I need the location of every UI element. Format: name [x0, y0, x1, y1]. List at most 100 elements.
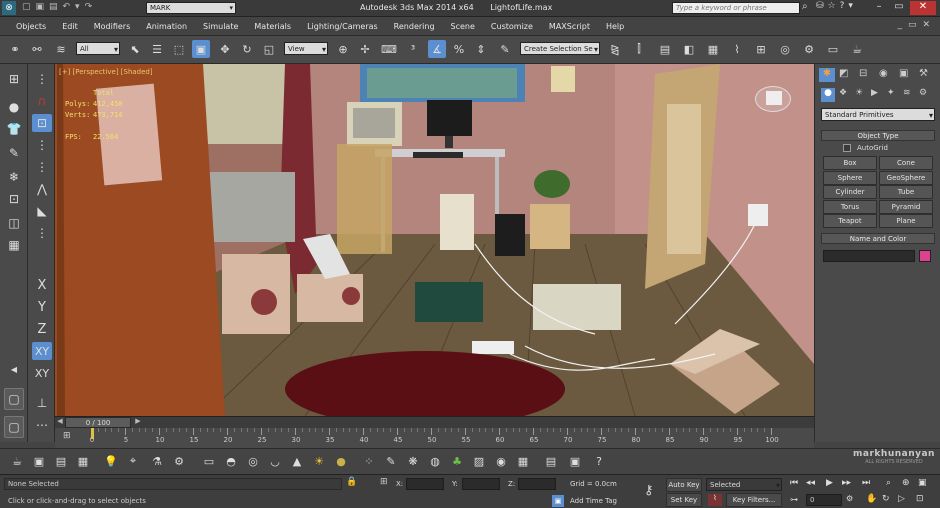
align-icon[interactable]: ⫿	[630, 40, 648, 58]
named-selection-sets-dropdown[interactable]: Create Selection Se	[520, 42, 600, 56]
freeze-icon[interactable]: ❄	[4, 168, 24, 186]
hdri-icon[interactable]: ▨	[470, 452, 488, 470]
container-icon[interactable]: ⊞	[4, 70, 24, 88]
systems-icon[interactable]: ⚙	[919, 88, 927, 98]
plane-button[interactable]: Plane	[879, 214, 933, 228]
app-logo-icon[interactable]: ⊗	[2, 1, 16, 15]
zoom-extents-icon[interactable]: ⌕	[886, 478, 891, 488]
box-shape-icon[interactable]: ▭	[200, 452, 218, 470]
snap-edge-icon[interactable]: ⋮	[32, 158, 52, 176]
current-frame-field[interactable]: 0	[806, 494, 842, 506]
light-icon[interactable]: 💡	[102, 452, 120, 470]
mini-curve-icon[interactable]: ⊞	[63, 431, 71, 441]
pivot-center-icon[interactable]: ⊕	[334, 40, 352, 58]
hemisphere-icon[interactable]: ◓	[222, 452, 240, 470]
lock-icon[interactable]: ⊡	[4, 190, 24, 208]
menu-modifiers[interactable]: Modifiers	[86, 17, 139, 36]
layers-icon[interactable]: ▤	[52, 452, 70, 470]
workspace-dropdown[interactable]: MARK ▾	[146, 2, 236, 14]
snap-pivot-icon[interactable]: ◣	[32, 202, 52, 220]
axis-xy-button[interactable]: XY	[32, 342, 52, 360]
selection-region-icon[interactable]: ⬚	[170, 40, 188, 58]
lights-icon[interactable]: ☀	[855, 88, 863, 98]
zoom-region-icon[interactable]: ▣	[918, 478, 927, 488]
render-region-icon[interactable]: ▦	[74, 452, 92, 470]
menu-help[interactable]: Help	[598, 17, 632, 36]
frame-buffer-icon[interactable]: ▣	[566, 452, 584, 470]
material-sphere-icon[interactable]: ◉	[492, 452, 510, 470]
unlink-icon[interactable]: ⚯	[28, 40, 46, 58]
search-input[interactable]	[672, 2, 800, 14]
spinner-snap-icon[interactable]: ⇕	[472, 40, 490, 58]
pan-icon[interactable]: ✋	[866, 494, 877, 504]
globe-icon[interactable]: ◍	[426, 452, 444, 470]
track-bar[interactable]: ⊞ 0 5 10 15 20 25 30 35 40 45 50 55 60 65 70 75 80 85 90 95…	[55, 428, 814, 448]
add-time-tag[interactable]: Add Time Tag	[570, 497, 617, 505]
magnet-icon[interactable]: ∩	[32, 92, 52, 110]
primitives-dropdown[interactable]: Standard Primitives	[821, 108, 935, 122]
snap-active-icon[interactable]: ⊡	[32, 114, 52, 132]
absolute-mode-icon[interactable]: ⊞	[380, 477, 388, 487]
menu-animation[interactable]: Animation	[138, 17, 195, 36]
autogrid-checkbox[interactable]	[843, 144, 851, 152]
menu-rendering[interactable]: Rendering	[386, 17, 443, 36]
schematic-view-icon[interactable]: ⊞	[752, 40, 770, 58]
rotate-icon[interactable]: ↻	[238, 40, 256, 58]
time-slider[interactable]: ◀ 0 / 100 ▶	[55, 416, 814, 428]
menu-materials[interactable]: Materials	[246, 17, 299, 36]
edit-named-sets-icon[interactable]: ✎	[496, 40, 514, 58]
hierarchy-tab-icon[interactable]: ⊟	[859, 68, 867, 79]
keyboard-shortcut-icon[interactable]: ⌨	[380, 40, 398, 58]
menu-objects[interactable]: Objects	[8, 17, 54, 36]
axis-xy-cycle-button[interactable]: XY	[32, 364, 52, 382]
time-slider-next-icon[interactable]: ▶	[133, 417, 143, 428]
link-icon[interactable]: ⚭	[6, 40, 24, 58]
menu-simulate[interactable]: Simulate	[195, 17, 246, 36]
play-icon[interactable]: ▶	[826, 478, 833, 488]
cone-button[interactable]: Cone	[879, 156, 933, 170]
object-color-swatch[interactable]	[919, 250, 931, 262]
particles-icon[interactable]: ⁘	[360, 452, 378, 470]
hair-icon[interactable]: ♣	[448, 452, 466, 470]
angle-snap-icon[interactable]: ∡	[428, 40, 446, 58]
select-object-icon[interactable]: ⬉	[126, 40, 144, 58]
snap-face-icon[interactable]: ⋀	[32, 180, 52, 198]
scene-states-icon[interactable]: ⚙	[170, 452, 188, 470]
menu-window-controls[interactable]: _▭✕	[897, 20, 936, 30]
mirror-icon[interactable]: ⧎	[606, 40, 624, 58]
sphere-button[interactable]: Sphere	[823, 170, 877, 185]
next-frame-icon[interactable]: ▸▸	[842, 478, 851, 488]
pyramid-button[interactable]: Pyramid	[879, 199, 933, 214]
selection-filter-dropdown[interactable]: All	[76, 42, 120, 56]
render-elements-icon[interactable]: ▤	[542, 452, 560, 470]
physics-icon[interactable]: ⚗	[148, 452, 166, 470]
utilities-tab-icon[interactable]: ⚒	[919, 68, 928, 79]
sun-icon[interactable]: ☀	[310, 452, 328, 470]
render-production-icon[interactable]: ☕	[848, 40, 866, 58]
help-icons[interactable]: ⛁☆?▾	[816, 1, 857, 11]
key-icon[interactable]: ⚷	[644, 483, 654, 498]
transform-gizmo-icon[interactable]: ⋯	[32, 416, 52, 434]
snap-normal-icon[interactable]: ⋮	[32, 224, 52, 242]
select-by-name-icon[interactable]: ☰	[148, 40, 166, 58]
viewport-layout-2-icon[interactable]: ▢	[4, 416, 24, 438]
graphite-ribbon-icon[interactable]: ▦	[704, 40, 722, 58]
goto-end-icon[interactable]: ⏭	[862, 478, 870, 488]
display-tab-icon[interactable]: ▣	[899, 68, 908, 79]
goto-start-icon[interactable]: ⏮	[790, 478, 798, 488]
menu-edit[interactable]: Edit	[54, 17, 86, 36]
snap-vertex-icon[interactable]: ⋮	[32, 136, 52, 154]
time-tag-icon[interactable]: ▣	[552, 495, 564, 507]
render-setup-icon[interactable]: ⚙	[800, 40, 818, 58]
current-frame-marker[interactable]	[91, 428, 94, 439]
percent-snap-icon[interactable]: %	[450, 40, 468, 58]
isolate-icon[interactable]: ◫	[4, 214, 24, 232]
spacewarps-icon[interactable]: ≋	[903, 88, 911, 98]
fov-icon[interactable]: ▷	[898, 494, 905, 504]
lock-selection-icon[interactable]: 🔒	[346, 477, 357, 487]
time-slider-thumb[interactable]: 0 / 100	[65, 417, 131, 428]
default-in-out-tangent-icon[interactable]: ⌇	[708, 494, 722, 506]
prev-frame-icon[interactable]: ◂◂	[806, 478, 815, 488]
key-mode-dropdown[interactable]: Selected	[706, 478, 782, 492]
key-filters-button[interactable]: Key Filters...	[726, 493, 782, 507]
